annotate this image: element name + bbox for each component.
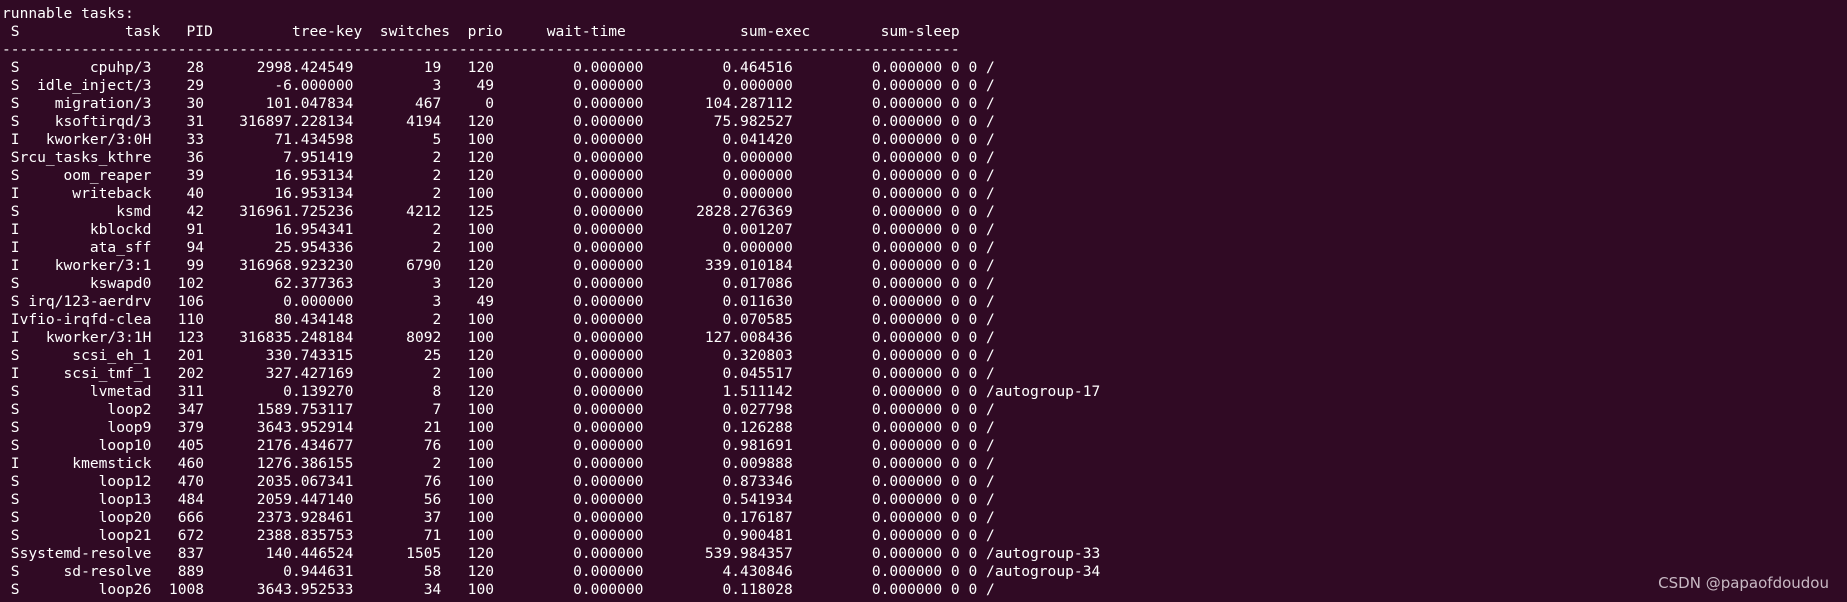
table-row: S cpuhp/3 28 2998.424549 19 120 0.000000… [2, 59, 995, 76]
table-row: S idle_inject/3 29 -6.000000 3 49 0.0000… [2, 77, 995, 94]
table-header: S task PID tree-key switches prio wait-t… [2, 23, 960, 40]
table-row: S loop12 470 2035.067341 76 100 0.000000… [2, 473, 995, 490]
table-row: S ksmd 42 316961.725236 4212 125 0.00000… [2, 203, 995, 220]
table-row: S kswapd0 102 62.377363 3 120 0.000000 0… [2, 275, 995, 292]
terminal-window[interactable]: runnable tasks: S task PID tree-key swit… [0, 0, 1847, 602]
table-row: I kworker/3:0H 33 71.434598 5 100 0.0000… [2, 131, 995, 148]
table-row: S loop9 379 3643.952914 21 100 0.000000 … [2, 419, 995, 436]
table-row: Srcu_tasks_kthre 36 7.951419 2 120 0.000… [2, 149, 995, 166]
table-row: I kblockd 91 16.954341 2 100 0.000000 0.… [2, 221, 995, 238]
watermark: CSDN @papaofdoudou [1658, 574, 1829, 592]
table-row: Ssystemd-resolve 837 140.446524 1505 120… [2, 545, 1101, 562]
table-row: S loop10 405 2176.434677 76 100 0.000000… [2, 437, 995, 454]
table-row: I kworker/3:1H 123 316835.248184 8092 10… [2, 329, 995, 346]
title-line: runnable tasks: [2, 5, 134, 22]
table-row: I scsi_tmf_1 202 327.427169 2 100 0.0000… [2, 365, 995, 382]
table-row: S loop2 347 1589.753117 7 100 0.000000 0… [2, 401, 995, 418]
table-row: S lvmetad 311 0.139270 8 120 0.000000 1.… [2, 383, 1101, 400]
task-rows: S cpuhp/3 28 2998.424549 19 120 0.000000… [2, 59, 1847, 599]
separator-line: ----------------------------------------… [2, 41, 960, 58]
table-row: I kworker/3:1 99 316968.923230 6790 120 … [2, 257, 995, 274]
table-row: Ivfio-irqfd-clea 110 80.434148 2 100 0.0… [2, 311, 995, 328]
table-row: S sd-resolve 889 0.944631 58 120 0.00000… [2, 563, 1101, 580]
table-row: S migration/3 30 101.047834 467 0 0.0000… [2, 95, 995, 112]
table-row: S loop21 672 2388.835753 71 100 0.000000… [2, 527, 995, 544]
table-row: I ata_sff 94 25.954336 2 100 0.000000 0.… [2, 239, 995, 256]
table-row: S oom_reaper 39 16.953134 2 120 0.000000… [2, 167, 995, 184]
table-row: I writeback 40 16.953134 2 100 0.000000 … [2, 185, 995, 202]
table-row: S ksoftirqd/3 31 316897.228134 4194 120 … [2, 113, 995, 130]
table-row: S irq/123-aerdrv 106 0.000000 3 49 0.000… [2, 293, 995, 310]
table-row: S scsi_eh_1 201 330.743315 25 120 0.0000… [2, 347, 995, 364]
table-row: S loop20 666 2373.928461 37 100 0.000000… [2, 509, 995, 526]
table-row: S loop26 1008 3643.952533 34 100 0.00000… [2, 581, 995, 598]
table-row: S loop13 484 2059.447140 56 100 0.000000… [2, 491, 995, 508]
table-row: I kmemstick 460 1276.386155 2 100 0.0000… [2, 455, 995, 472]
